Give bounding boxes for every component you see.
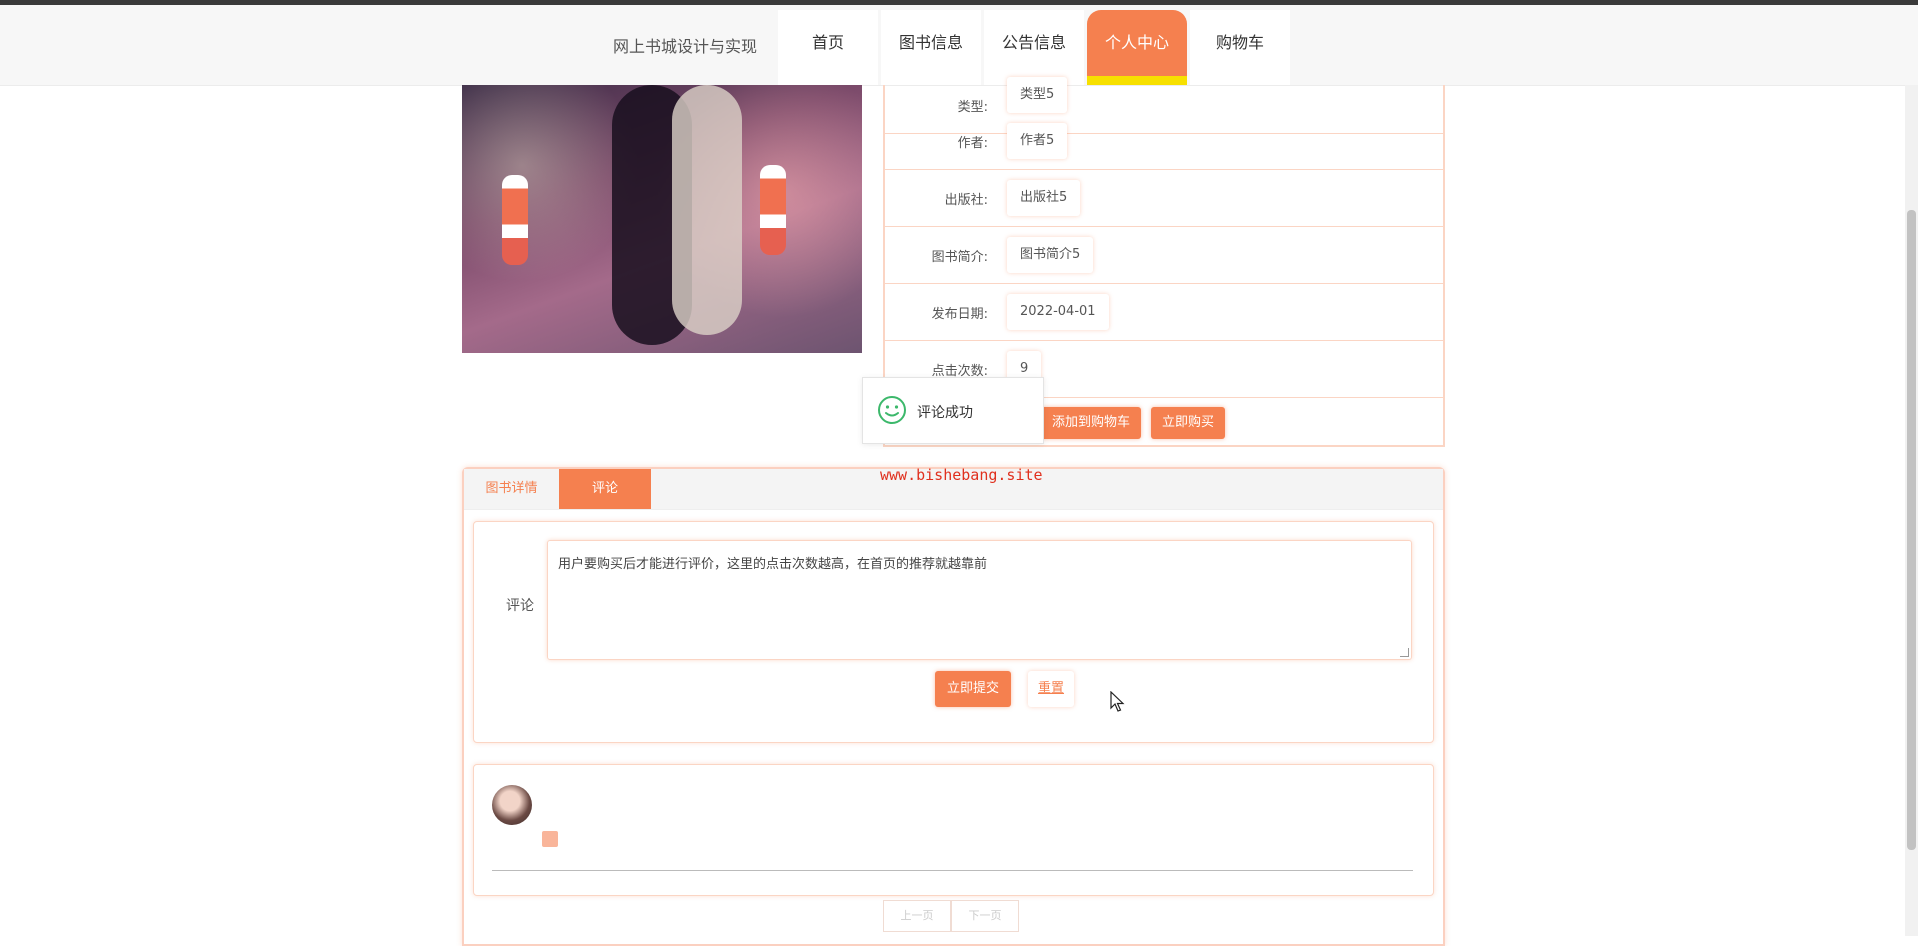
toast-message: 评论成功 xyxy=(862,377,1044,444)
tab-comments[interactable]: 评论 xyxy=(559,469,651,509)
comment-list xyxy=(473,764,1434,896)
comment-label: 评论 xyxy=(506,598,534,614)
info-value: 作者5 xyxy=(1007,123,1068,159)
info-row-publisher: 出版社: 出版社5 xyxy=(885,170,1443,227)
info-row-summary: 图书简介: 图书简介5 xyxy=(885,227,1443,284)
tab-book-details[interactable]: 图书详情 xyxy=(464,469,559,509)
smile-icon xyxy=(878,396,906,424)
comment-form: 评论 用户要购买后才能进行评价，这里的点击次数越高，在首页的推荐就越靠前 立即提… xyxy=(473,521,1434,743)
submit-button[interactable]: 立即提交 xyxy=(935,671,1011,707)
book-cover-image xyxy=(462,85,862,353)
toast-text: 评论成功 xyxy=(917,405,973,421)
buy-now-button[interactable]: 立即购买 xyxy=(1151,407,1226,439)
info-value: 2022-04-01 xyxy=(1007,294,1109,330)
prev-page-button[interactable]: 上一页 xyxy=(883,900,951,932)
site-header: 网上书城设计与实现 首页 图书信息 公告信息 个人中心 购物车 xyxy=(0,5,1918,86)
mouse-cursor-icon xyxy=(1110,691,1125,712)
info-row-author: 作者: 作者5 xyxy=(885,113,1443,170)
site-title: 网上书城设计与实现 xyxy=(613,37,758,56)
info-value: 图书简介5 xyxy=(1007,237,1094,273)
resize-handle-icon[interactable] xyxy=(1400,648,1409,657)
divider xyxy=(492,870,1413,871)
comment-badge xyxy=(542,831,558,847)
avatar xyxy=(492,785,532,825)
main-nav: 首页 图书信息 公告信息 个人中心 购物车 xyxy=(778,10,1293,85)
reset-button[interactable]: 重置 xyxy=(1028,671,1074,707)
info-value: 类型5 xyxy=(1007,77,1068,113)
add-to-cart-button[interactable]: 添加到购物车 xyxy=(1041,407,1142,439)
info-label: 发布日期: xyxy=(931,307,988,322)
nav-personal-center[interactable]: 个人中心 xyxy=(1087,10,1187,85)
info-value: 出版社5 xyxy=(1007,180,1081,216)
nav-cart[interactable]: 购物车 xyxy=(1190,10,1290,85)
info-label: 作者: xyxy=(957,136,988,151)
comment-text: 用户要购买后才能进行评价，这里的点击次数越高，在首页的推荐就越靠前 xyxy=(558,557,988,572)
next-page-button[interactable]: 下一页 xyxy=(951,900,1019,932)
watermark: www.bishebang.site xyxy=(880,466,1043,484)
detail-tabs-panel: 图书详情 评论 评论 用户要购买后才能进行评价，这里的点击次数越高，在首页的推荐… xyxy=(462,467,1445,946)
scrollbar-thumb[interactable] xyxy=(1907,210,1916,850)
info-label: 出版社: xyxy=(944,193,988,208)
nav-book-info[interactable]: 图书信息 xyxy=(881,10,981,85)
comment-textarea[interactable]: 用户要购买后才能进行评价，这里的点击次数越高，在首页的推荐就越靠前 xyxy=(547,540,1412,660)
info-label: 图书简介: xyxy=(931,250,988,265)
nav-home[interactable]: 首页 xyxy=(778,10,878,85)
nav-announcements[interactable]: 公告信息 xyxy=(984,10,1084,85)
info-row-release-date: 发布日期: 2022-04-01 xyxy=(885,284,1443,341)
pagination: 上一页 下一页 xyxy=(883,900,1019,932)
